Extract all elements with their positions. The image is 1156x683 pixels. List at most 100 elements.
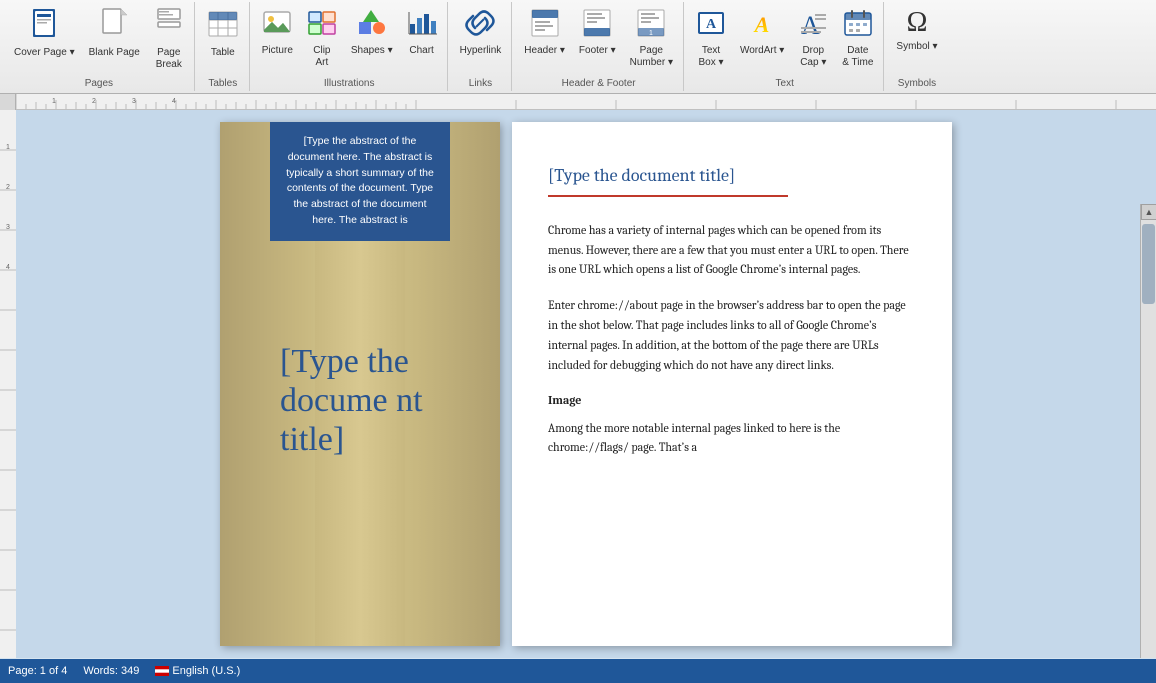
ribbon-group-pages: Cover Page ▾ Blank Page PageBreak Pages <box>4 2 195 91</box>
title-underline <box>548 195 788 197</box>
clip-art-button[interactable]: ClipArt <box>301 4 343 73</box>
illustrations-group-label: Illustrations <box>324 76 375 89</box>
svg-text:A: A <box>753 12 770 37</box>
word-art-icon: A <box>747 8 777 43</box>
cover-page-button[interactable]: Cover Page ▾ <box>8 4 81 63</box>
svg-text:4: 4 <box>172 98 176 105</box>
left-page-title-large[interactable]: [Type the docume nt title] <box>280 342 440 459</box>
svg-text:2: 2 <box>92 98 96 105</box>
vertical-scrollbar[interactable]: ▲ ▼ ▼ <box>1140 204 1156 658</box>
shapes-button[interactable]: Shapes ▾ <box>345 4 399 61</box>
blank-page-button[interactable]: Blank Page <box>83 4 146 63</box>
clip-art-icon <box>307 8 337 43</box>
svg-text:3: 3 <box>6 224 10 231</box>
word-art-label: WordArt ▾ <box>740 45 784 57</box>
abstract-text: [Type the abstract of the document here.… <box>286 135 434 226</box>
date-time-icon <box>843 8 873 43</box>
ribbon-group-illustrations: Picture ClipArt Shapes ▾ <box>252 2 448 91</box>
svg-text:2: 2 <box>6 184 10 191</box>
document-title[interactable]: [Type the document title] <box>548 162 916 191</box>
drop-cap-icon: A <box>798 8 828 43</box>
status-bar: Page: 1 of 4 Words: 349 English (U.S.) <box>0 659 1156 683</box>
ribbon-tables-items: Table <box>201 4 245 76</box>
table-label: Table <box>211 47 235 59</box>
tables-group-label: Tables <box>208 76 237 89</box>
hyperlink-button[interactable]: Hyperlink <box>454 4 508 61</box>
date-time-button[interactable]: Date& Time <box>836 4 879 73</box>
picture-button[interactable]: Picture <box>256 4 299 61</box>
header-button[interactable]: Header ▾ <box>518 4 571 61</box>
page-break-button[interactable]: PageBreak <box>148 4 190 75</box>
shapes-icon <box>357 8 387 43</box>
word-count: Words: 349 <box>83 665 139 677</box>
word-art-button[interactable]: A WordArt ▾ <box>734 4 790 61</box>
svg-text:A: A <box>706 17 717 32</box>
pages-group-label: Pages <box>85 76 113 89</box>
ribbon-pages-items: Cover Page ▾ Blank Page PageBreak <box>8 4 190 76</box>
page-number-icon: 1 <box>636 8 666 43</box>
document-area: 1 2 3 4 <box>0 110 1156 658</box>
left-page-background: [Type the abstract of the document here.… <box>220 122 500 646</box>
ribbon-group-tables: Table Tables <box>197 2 250 91</box>
hf-group-label: Header & Footer <box>562 76 636 89</box>
ribbon-symbols-items: Ω Symbol ▾ <box>890 4 943 76</box>
right-page: [Type the document title] Chrome has a v… <box>512 122 952 646</box>
picture-label: Picture <box>262 45 293 57</box>
footer-label: Footer ▾ <box>579 45 616 57</box>
drop-cap-button[interactable]: A DropCap ▾ <box>792 4 834 73</box>
hyperlink-icon <box>465 8 495 43</box>
page-count: Page: 1 of 4 <box>8 665 67 677</box>
symbol-icon: Ω <box>907 8 928 39</box>
page-number-button[interactable]: 1 PageNumber ▾ <box>624 4 679 73</box>
blank-page-icon <box>100 8 128 45</box>
svg-text:1: 1 <box>52 98 56 105</box>
svg-text:4: 4 <box>6 264 10 271</box>
vertical-ruler-svg: 1 2 3 4 <box>0 110 16 658</box>
ribbon-group-symbols: Ω Symbol ▾ Symbols <box>886 2 947 91</box>
page-number-label: PageNumber ▾ <box>630 45 673 69</box>
ruler-corner <box>0 94 16 110</box>
language-indicator: English (U.S.) <box>155 665 240 677</box>
svg-text:1: 1 <box>649 30 653 37</box>
ribbon-text-items: A TextBox ▾ A WordArt ▾ A DropCap ▾ <box>690 4 879 76</box>
footer-button[interactable]: Footer ▾ <box>573 4 622 61</box>
scrollbar-up-arrow[interactable]: ▲ <box>1141 204 1156 220</box>
picture-icon <box>262 8 292 43</box>
scrollbar-thumb[interactable] <box>1142 224 1155 304</box>
symbol-button[interactable]: Ω Symbol ▾ <box>890 4 943 57</box>
left-page: [Type the abstract of the document here.… <box>220 122 500 646</box>
paragraph-1: Chrome has a variety of internal pages w… <box>548 221 916 280</box>
ribbon: Cover Page ▾ Blank Page PageBreak Pages <box>0 0 1156 94</box>
shapes-label: Shapes ▾ <box>351 45 393 57</box>
text-group-label: Text <box>776 76 794 89</box>
scrollbar-track[interactable] <box>1141 220 1156 658</box>
header-label: Header ▾ <box>524 45 565 57</box>
table-icon <box>207 8 239 45</box>
application-window: Cover Page ▾ Blank Page PageBreak Pages <box>0 0 1156 683</box>
right-page-content: [Type the document title] Chrome has a v… <box>512 122 952 494</box>
blank-page-label: Blank Page <box>89 47 140 59</box>
heading-image: Image <box>548 391 916 410</box>
ruler-svg: 1 2 3 4 <box>16 94 1140 109</box>
paragraph-3: Among the more notable internal pages li… <box>548 419 916 459</box>
date-time-label: Date& Time <box>842 45 873 69</box>
svg-text:3: 3 <box>132 98 136 105</box>
drop-cap-label: DropCap ▾ <box>800 45 826 69</box>
chart-button[interactable]: Chart <box>401 4 443 61</box>
text-box-icon: A <box>696 8 726 43</box>
header-icon <box>530 8 560 43</box>
abstract-box: [Type the abstract of the document here.… <box>270 122 450 241</box>
symbol-label: Symbol ▾ <box>896 41 937 53</box>
language-text: English (U.S.) <box>172 665 240 677</box>
footer-icon <box>582 8 612 43</box>
chart-label: Chart <box>409 45 433 57</box>
page-break-label: PageBreak <box>156 47 182 71</box>
svg-text:1: 1 <box>6 144 10 151</box>
ruler: 1 2 3 4 <box>16 94 1140 109</box>
ribbon-group-header-footer: Header ▾ Footer ▾ 1 PageNumber ▾ Header … <box>514 2 684 91</box>
symbols-group-label: Symbols <box>898 76 936 89</box>
ribbon-group-text: A TextBox ▾ A WordArt ▾ A DropCap ▾ <box>686 2 884 91</box>
ribbon-hf-items: Header ▾ Footer ▾ 1 PageNumber ▾ <box>518 4 679 76</box>
text-box-button[interactable]: A TextBox ▾ <box>690 4 732 73</box>
table-button[interactable]: Table <box>201 4 245 63</box>
